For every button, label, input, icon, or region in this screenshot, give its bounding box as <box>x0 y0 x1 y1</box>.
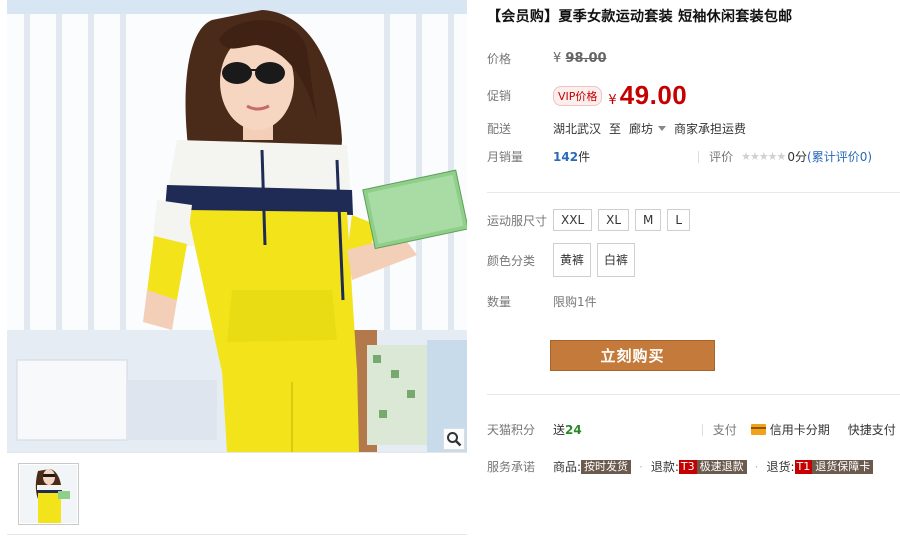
ship-to-selector[interactable]: 廊坊 <box>629 120 674 137</box>
return-t1-badge: T1 <box>794 459 813 474</box>
buy-now-button[interactable]: 立刻购买 <box>550 340 715 371</box>
section-divider <box>487 394 900 395</box>
goods-label: 商品: <box>553 460 582 474</box>
size-option-l[interactable]: L <box>667 209 691 231</box>
zoom-button[interactable] <box>443 428 465 450</box>
original-price-currency: ¥ <box>553 51 562 66</box>
shipping-row: 配送 湖北武汉 至 廊坊 商家承担运费 <box>487 120 746 137</box>
points-label: 天猫积分 <box>487 423 536 437</box>
separator-dot: · <box>754 459 759 474</box>
sales-row: 月销量 142 件 评价 ★★★★★ 0分 (累计评价0) <box>487 148 872 165</box>
size-row: 运动服尺寸 XXL XL M L <box>487 209 696 231</box>
quick-pay-option[interactable]: 快捷支付 <box>848 421 896 438</box>
monthly-sales-count: 142 <box>553 149 579 164</box>
color-option-yellow-pants[interactable]: 黄裤 <box>553 243 592 277</box>
product-title: 【会员购】夏季女款运动套装 短袖休闲套装包邮 <box>487 9 793 25</box>
promo-label: 促销 <box>487 89 512 103</box>
promo-row: 促销 VIP价格 ¥49.00 <box>487 80 687 111</box>
thumbnail-image <box>20 465 77 523</box>
credit-installment-option[interactable]: 信用卡分期 <box>750 421 830 438</box>
size-option-xxl[interactable]: XXL <box>553 209 593 231</box>
review-count-link[interactable]: (累计评价0) <box>807 148 872 165</box>
credit-card-icon <box>750 424 766 435</box>
refund-t3-badge: T3 <box>678 459 697 474</box>
gallery-bottom-divider <box>7 534 467 535</box>
price-label: 价格 <box>487 52 512 66</box>
quantity-limit: 限购1件 <box>553 295 597 309</box>
promo-price-currency: ¥ <box>608 93 617 108</box>
price-row: 价格 ¥ 98.00 <box>487 50 607 67</box>
quantity-label: 数量 <box>487 295 512 309</box>
on-time-delivery-tag[interactable]: 按时发货 <box>581 459 632 474</box>
refund-label: 退款: <box>650 460 679 474</box>
service-label: 服务承诺 <box>487 460 536 474</box>
color-option-white-pants[interactable]: 白裤 <box>597 243 636 277</box>
points-payment-row: 天猫积分 送24 支付 信用卡分期 快捷支付 <box>487 421 896 438</box>
size-option-m[interactable]: M <box>635 209 662 231</box>
ship-to-city: 廊坊 <box>629 122 654 136</box>
shipping-label: 配送 <box>487 122 512 136</box>
promo-price-value: 49.00 <box>619 80 688 110</box>
vip-price-badge: VIP价格 <box>553 85 603 106</box>
rating-score: 0分 <box>787 150 808 164</box>
points-prefix: 送 <box>553 423 566 437</box>
monthly-sales-unit: 件 <box>578 150 591 164</box>
size-option-xl[interactable]: XL <box>598 209 630 231</box>
monthly-sales-label: 月销量 <box>487 150 524 164</box>
return-label: 退货: <box>766 460 795 474</box>
product-info-panel: 【会员购】夏季女款运动套装 短袖休闲套装包邮 价格 ¥ 98.00 促销 VIP… <box>487 0 900 539</box>
original-price: ¥ 98.00 <box>553 51 607 66</box>
shipping-fee: 商家承担运费 <box>674 122 747 136</box>
product-photo-illustration <box>7 0 467 452</box>
points-value: 送24 <box>553 421 582 438</box>
ship-from: 湖北武汉 <box>553 122 602 136</box>
section-divider <box>487 192 900 193</box>
thumbnail-strip <box>7 452 467 539</box>
magnifier-icon <box>447 432 462 447</box>
rating-stars-icon: ★★★★★ <box>741 150 786 163</box>
return-guarantee-tag[interactable]: 退货保障卡 <box>812 459 874 474</box>
separator-dot: · <box>639 459 643 474</box>
main-product-photo[interactable] <box>7 0 467 452</box>
product-gallery <box>7 0 467 539</box>
color-row: 颜色分类 黄裤 白裤 <box>487 243 641 277</box>
ship-to-word: 至 <box>609 122 622 136</box>
credit-installment-label: 信用卡分期 <box>769 423 830 437</box>
vertical-divider <box>698 150 700 163</box>
promo-price: ¥49.00 <box>608 80 687 111</box>
product-thumbnail[interactable] <box>18 463 79 525</box>
size-label: 运动服尺寸 <box>487 213 548 228</box>
service-row: 服务承诺 商品: 按时发货 · 退款: T3 极速退款 · 退货: T1 退货保障卡 <box>487 458 874 475</box>
quantity-row: 数量 限购1件 <box>487 293 597 310</box>
original-price-value: 98.00 <box>565 51 607 66</box>
color-label: 颜色分类 <box>487 253 536 268</box>
vertical-divider <box>701 423 703 436</box>
caret-down-icon <box>658 126 667 131</box>
points-number: 24 <box>565 423 582 437</box>
payment-label: 支付 <box>712 423 737 437</box>
review-label: 评价 <box>709 150 734 164</box>
fast-refund-tag[interactable]: 极速退款 <box>696 459 747 474</box>
